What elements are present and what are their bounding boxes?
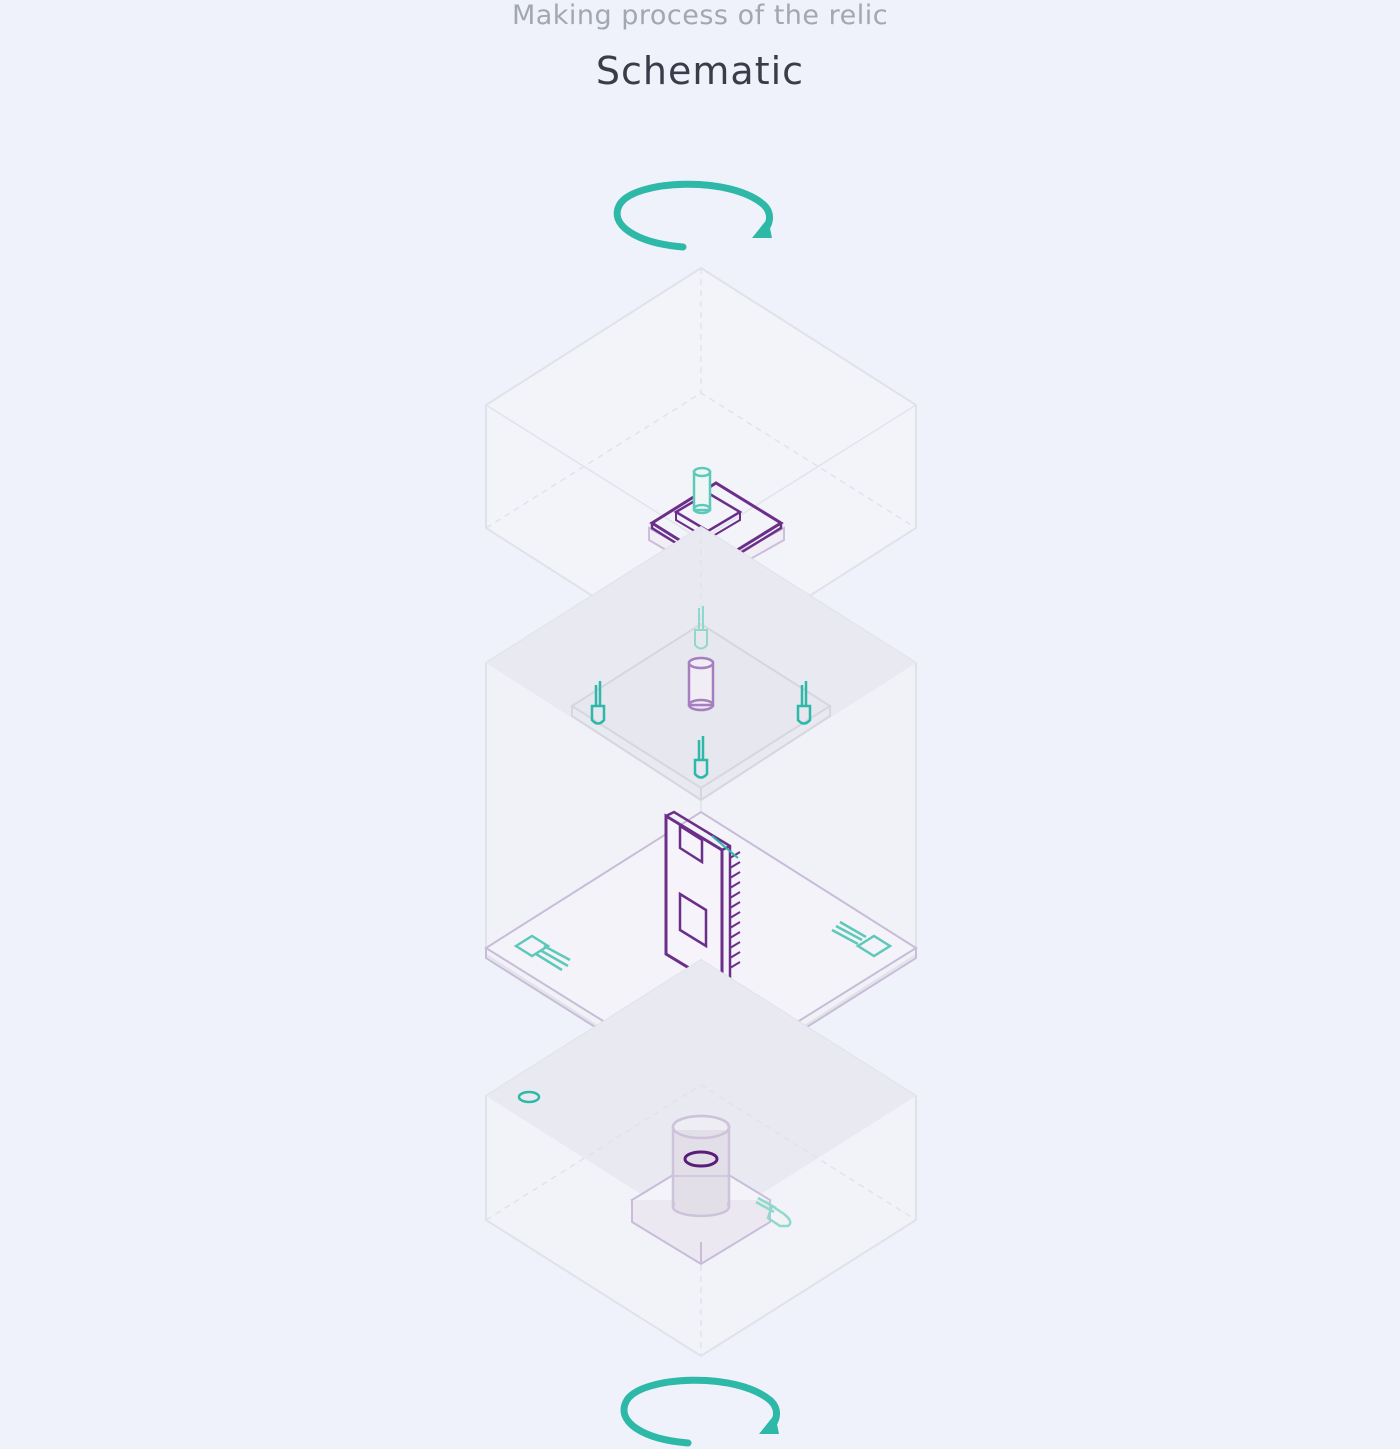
base-cylinder — [671, 1114, 731, 1218]
exploded-schematic-diagram — [484, 180, 918, 1447]
rotate-bottom-icon[interactable] — [620, 1376, 780, 1447]
page: Making process of the relic Schematic — [0, 0, 1400, 1449]
rotate-top-icon[interactable] — [613, 180, 773, 251]
